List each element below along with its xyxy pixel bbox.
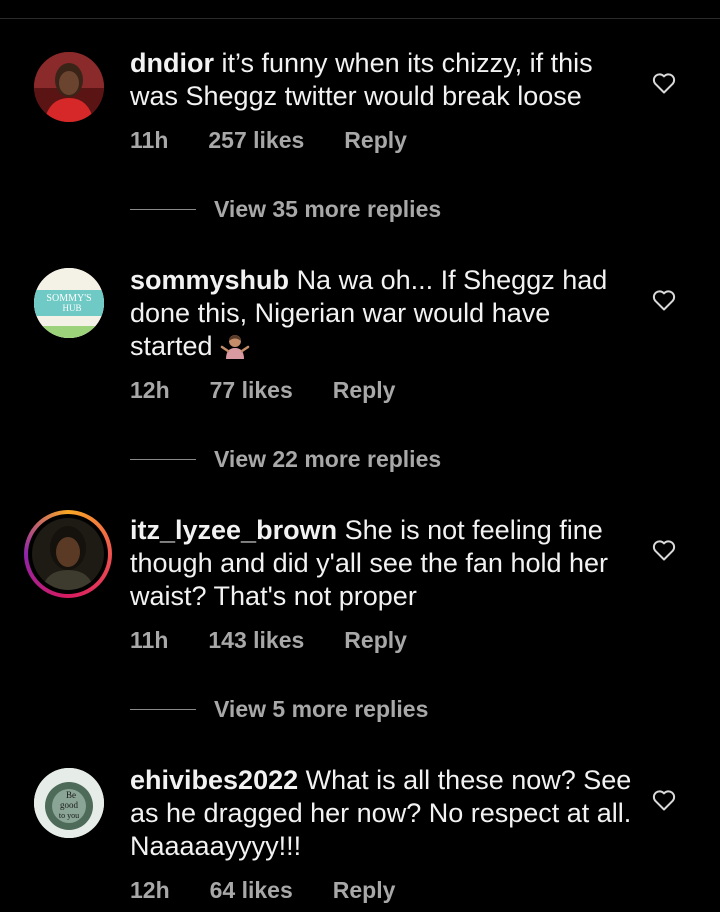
likes-count[interactable]: 77 likes: [210, 377, 293, 404]
timestamp: 12h: [130, 877, 170, 903]
heart-outline-icon[interactable]: [652, 789, 676, 811]
story-ring-avatar[interactable]: [24, 510, 112, 598]
person-shrugging-emoji: [220, 335, 250, 359]
likes-count[interactable]: 143 likes: [208, 627, 304, 654]
avatar[interactable]: [34, 52, 104, 122]
comment-meta: 12h 64 likes Reply: [130, 877, 395, 904]
avatar-text: good: [60, 800, 79, 810]
avatar[interactable]: SOMMY'S HUB: [34, 268, 104, 338]
comment-meta: 12h 77 likes Reply: [130, 377, 395, 404]
username[interactable]: ehivibes2022: [130, 765, 298, 795]
comment-text: itz_lyzee_brown She is not feeling fine …: [130, 514, 640, 613]
view-replies-button[interactable]: View 5 more replies: [130, 696, 428, 723]
view-replies-button[interactable]: View 35 more replies: [130, 196, 441, 223]
replies-divider: [130, 708, 196, 711]
username[interactable]: sommyshub: [130, 265, 289, 295]
timestamp: 12h: [130, 377, 170, 403]
heart-outline-icon[interactable]: [652, 72, 676, 94]
heart-outline-icon[interactable]: [652, 289, 676, 311]
view-replies-label: View 22 more replies: [214, 446, 442, 472]
timestamp: 11h: [130, 127, 169, 153]
view-replies-label: View 5 more replies: [214, 696, 429, 722]
replies-divider: [130, 208, 196, 211]
comment-meta: 11h 257 likes Reply: [130, 127, 407, 154]
reply-button[interactable]: Reply: [333, 877, 396, 904]
replies-divider: [130, 458, 196, 461]
reply-button[interactable]: Reply: [333, 377, 396, 404]
likes-count[interactable]: 64 likes: [210, 877, 293, 904]
avatar-text: HUB: [62, 303, 81, 313]
avatar-text: Be: [66, 790, 76, 800]
avatar-text: to you: [59, 811, 79, 820]
avatar[interactable]: Be good to you: [34, 768, 104, 838]
reply-button[interactable]: Reply: [344, 627, 407, 654]
likes-count[interactable]: 257 likes: [208, 127, 304, 154]
username[interactable]: dndior: [130, 48, 214, 78]
comment-text: ehivibes2022 What is all these now? See …: [130, 764, 640, 863]
comment-text: dndior it’s funny when its chizzy, if th…: [130, 47, 640, 113]
heart-outline-icon[interactable]: [652, 539, 676, 561]
timestamp: 11h: [130, 627, 169, 653]
view-replies-button[interactable]: View 22 more replies: [130, 446, 441, 473]
divider: [0, 18, 720, 19]
reply-button[interactable]: Reply: [344, 127, 407, 154]
username[interactable]: itz_lyzee_brown: [130, 515, 337, 545]
view-replies-label: View 35 more replies: [214, 196, 442, 222]
comment-meta: 11h 143 likes Reply: [130, 627, 407, 654]
comment-text: sommyshub Na wa oh... If Sheggz had done…: [130, 264, 640, 363]
